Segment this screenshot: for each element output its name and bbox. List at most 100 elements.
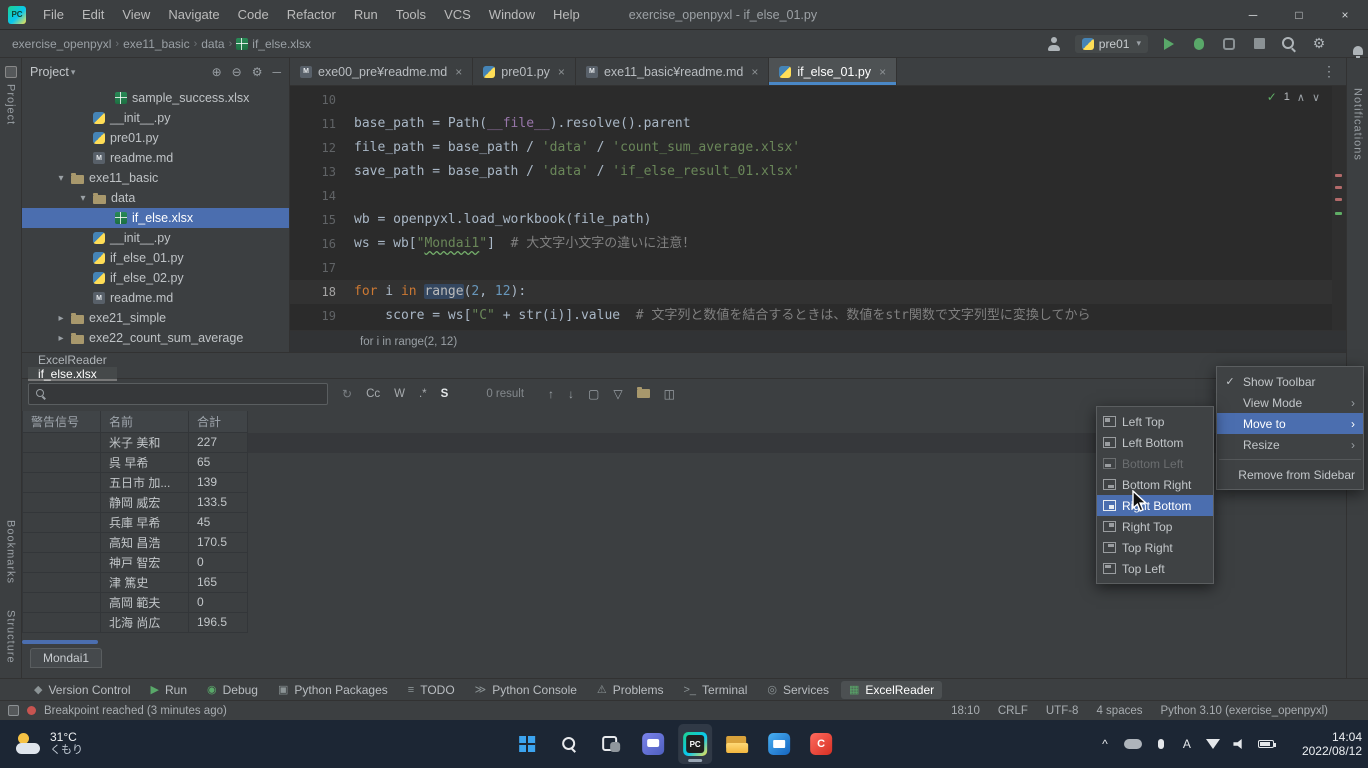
notifications-bell-icon[interactable] [1340, 35, 1358, 53]
select-all-occurrences-icon[interactable]: ▢ [588, 387, 599, 401]
search-everywhere-icon[interactable] [1280, 35, 1298, 53]
tree-item-exe22-count-sum-average[interactable]: ▸exe22_count_sum_average [22, 328, 289, 348]
table-row-5[interactable]: 兵庫 早希45 [22, 513, 248, 533]
editor-options-kebab-icon[interactable]: ⋮ [1312, 58, 1346, 85]
collapse-all-icon[interactable]: ⊖ [232, 65, 242, 79]
pycharm-logo-icon[interactable]: PC [8, 6, 26, 24]
column-header-item[interactable]: 警告信号 [22, 411, 100, 432]
menu-run[interactable]: Run [345, 0, 387, 29]
chevron-down-icon[interactable]: ▾ [78, 193, 88, 204]
breadcrumb-item-exe11-basic[interactable]: exe11_basic [123, 37, 190, 51]
code-editor[interactable]: 1011base_path = Path(__file__).resolve()… [290, 86, 1346, 330]
tree-item-exe11-basic[interactable]: ▾exe11_basic [22, 168, 289, 188]
line-number[interactable]: 16 [290, 232, 354, 256]
line-number[interactable]: 14 [290, 184, 354, 208]
hidden-icons-chevron-icon[interactable]: ^ [1098, 737, 1112, 751]
close-button[interactable]: × [1322, 0, 1368, 29]
line-number[interactable]: 12 [290, 136, 354, 160]
minimize-button[interactable]: ─ [1230, 0, 1276, 29]
line-number[interactable]: 17 [290, 256, 354, 280]
open-folder-icon[interactable] [637, 387, 650, 401]
tool-button-terminal[interactable]: >_Terminal [675, 681, 755, 699]
locate-icon[interactable]: ⊕ [212, 65, 222, 79]
tree-item-data[interactable]: ▾data [22, 188, 289, 208]
tree-item-exe21-simple[interactable]: ▸exe21_simple [22, 308, 289, 328]
table-row-10[interactable]: 北海 尚広196.5 [22, 613, 248, 633]
table-row-8[interactable]: 津 篤史165 [22, 573, 248, 593]
tree-item-init-py[interactable]: __init__.py [22, 108, 289, 128]
onedrive-cloud-icon[interactable] [1124, 739, 1142, 749]
breadcrumb-item-data[interactable]: data [201, 37, 224, 51]
code-line-10[interactable]: 10 [290, 88, 1332, 112]
editor-tab-if-else-01-py[interactable]: if_else_01.py× [769, 58, 897, 85]
filter-icon[interactable]: ▽ [613, 387, 622, 401]
menu-file[interactable]: File [34, 0, 73, 29]
menu-navigate[interactable]: Navigate [159, 0, 228, 29]
code-line-14[interactable]: 14 [290, 184, 1332, 208]
table-row-4[interactable]: 静岡 威宏133.5 [22, 493, 248, 513]
breadcrumb-item-exercise-openpyxl[interactable]: exercise_openpyxl [12, 37, 111, 51]
windows-start-icon[interactable] [510, 724, 544, 764]
tree-item-readme-md[interactable]: readme.md [22, 148, 289, 168]
menu-vcs[interactable]: VCS [435, 0, 480, 29]
code-line-12[interactable]: 12file_path = base_path / 'data' / 'coun… [290, 136, 1332, 160]
tool-button-excelreader[interactable]: ▦ExcelReader [841, 681, 942, 699]
column-header-item[interactable]: 合計 [188, 411, 248, 432]
menu-help[interactable]: Help [544, 0, 589, 29]
toggle-panel-icon[interactable]: ◫ [664, 387, 675, 401]
prev-occurrence-icon[interactable]: ↑ [548, 387, 554, 401]
words-toggle[interactable]: W [394, 388, 405, 400]
project-tool-icon[interactable] [5, 66, 17, 78]
search-icon[interactable] [552, 724, 586, 764]
pycharm-icon[interactable]: PC [678, 724, 712, 764]
tool-button-python-console[interactable]: ≫Python Console [467, 681, 585, 699]
chevron-right-icon[interactable]: ▸ [56, 313, 66, 324]
menu-item-view-mode[interactable]: View Mode› [1217, 392, 1363, 413]
tool-button-run[interactable]: ▶Run [143, 681, 195, 699]
submenu-item-right-bottom[interactable]: Right Bottom [1097, 495, 1213, 516]
submenu-item-bottom-right[interactable]: Bottom Right [1097, 474, 1213, 495]
menu-item-show-toolbar[interactable]: ✓Show Toolbar [1217, 371, 1363, 392]
file-explorer-icon[interactable] [720, 724, 754, 764]
chevron-down-icon[interactable]: ▾ [71, 67, 76, 78]
file-encoding[interactable]: UTF-8 [1046, 705, 1079, 717]
table-row-6[interactable]: 高知 昌浩170.5 [22, 533, 248, 553]
table-row-2[interactable]: 呉 早希65 [22, 453, 248, 473]
submenu-item-left-bottom[interactable]: Left Bottom [1097, 432, 1213, 453]
task-view-icon[interactable] [594, 724, 628, 764]
line-number[interactable]: 10 [290, 88, 354, 112]
settings-gear-icon[interactable]: ⚙ [1310, 35, 1328, 53]
search-input[interactable] [28, 383, 328, 405]
menu-view[interactable]: View [113, 0, 159, 29]
menu-item-remove-from-sidebar[interactable]: Remove from Sidebar [1217, 464, 1363, 485]
close-icon[interactable]: × [455, 65, 462, 79]
line-separator[interactable]: CRLF [998, 705, 1028, 717]
match-case-toggle[interactable]: Cc [366, 388, 380, 400]
column-header-item[interactable]: 名前 [100, 411, 188, 432]
stripe-label-structure[interactable]: Structure [5, 610, 17, 664]
run-configuration-select[interactable]: pre01 ▾ [1075, 35, 1148, 53]
filter-s-toggle[interactable]: S [441, 388, 449, 400]
search-history-icon[interactable]: ↻ [342, 387, 352, 401]
maximize-button[interactable]: □ [1276, 0, 1322, 29]
stop-button[interactable] [1250, 35, 1268, 53]
user-avatar-icon[interactable] [1045, 35, 1063, 53]
tool-button-python-packages[interactable]: ▣Python Packages [270, 681, 396, 699]
code-line-15[interactable]: 15wb = openpyxl.load_workbook(file_path) [290, 208, 1332, 232]
indent-style[interactable]: 4 spaces [1096, 705, 1142, 717]
editor-scrollbar[interactable] [1332, 86, 1346, 330]
stripe-label-notifications[interactable]: Notifications [1352, 88, 1364, 161]
tree-item-if-else-02-py[interactable]: if_else_02.py [22, 268, 289, 288]
code-line-11[interactable]: 11base_path = Path(__file__).resolve().p… [290, 112, 1332, 136]
submenu-item-top-right[interactable]: Top Right [1097, 537, 1213, 558]
inspections-ok-icon[interactable]: ✓ [1267, 90, 1277, 104]
submenu-item-left-top[interactable]: Left Top [1097, 411, 1213, 432]
line-number[interactable]: 18 [290, 280, 354, 304]
code-line-17[interactable]: 17 [290, 256, 1332, 280]
line-number[interactable]: 15 [290, 208, 354, 232]
regex-toggle[interactable]: .* [419, 388, 427, 400]
submenu-item-top-left[interactable]: Top Left [1097, 558, 1213, 579]
teams-chat-icon[interactable] [636, 724, 670, 764]
code-line-16[interactable]: 16ws = wb["Mondai1"] # 大文字小文字の違いに注意！ [290, 232, 1332, 256]
line-number[interactable]: 13 [290, 160, 354, 184]
